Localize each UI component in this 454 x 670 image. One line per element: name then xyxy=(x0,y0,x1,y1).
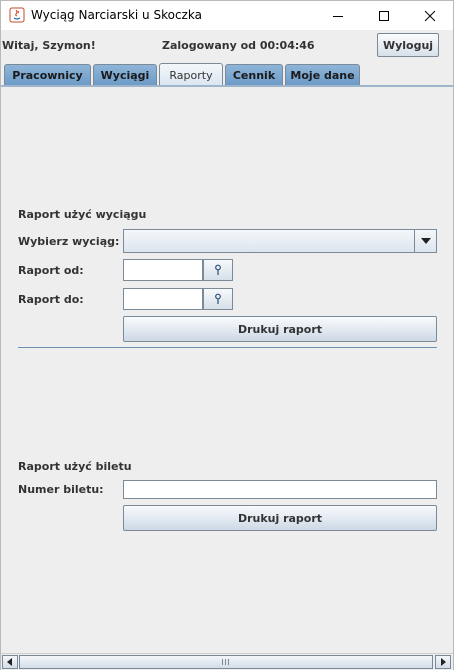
title-bar[interactable]: Wyciąg Narciarski u Skoczka xyxy=(1,1,453,30)
report-to-date-field[interactable] xyxy=(123,288,203,310)
date-picker-icon xyxy=(215,293,221,304)
maximize-icon xyxy=(379,10,389,21)
ticket-number-label: Numer biletu: xyxy=(18,483,104,496)
lift-select-dropdown-button[interactable] xyxy=(414,230,436,252)
session-header: Witaj, Szymon! Zalogowany od 00:04:46 Wy… xyxy=(1,30,453,62)
session-timer: Zalogowany od 00:04:46 xyxy=(162,39,315,52)
chevron-right-icon xyxy=(441,658,446,666)
lift-select[interactable] xyxy=(123,229,437,253)
scrollbar-thumb[interactable] xyxy=(19,655,433,669)
minimize-button[interactable] xyxy=(315,1,361,30)
tab-wyciagi[interactable]: Wyciągi xyxy=(93,64,157,85)
ticket-report-title: Raport użyć biletu xyxy=(18,460,132,473)
lift-report-title: Raport użyć wyciągu xyxy=(18,208,147,221)
java-app-icon xyxy=(9,7,25,23)
welcome-text: Witaj, Szymon! xyxy=(2,39,96,52)
reports-panel xyxy=(2,87,452,653)
scroll-right-button[interactable] xyxy=(435,655,451,669)
logout-button[interactable]: Wyloguj xyxy=(377,33,439,57)
tab-raporty[interactable]: Raporty xyxy=(159,63,223,86)
maximize-button[interactable] xyxy=(361,1,407,30)
date-picker-icon xyxy=(215,264,221,275)
section-separator xyxy=(18,347,437,348)
print-ticket-report-button[interactable]: Drukuj raport xyxy=(123,505,437,531)
report-to-date-picker-button[interactable] xyxy=(203,288,233,310)
scroll-left-button[interactable] xyxy=(2,655,18,669)
minimize-icon xyxy=(333,15,343,17)
report-from-date-field[interactable] xyxy=(123,259,203,281)
ticket-number-field[interactable] xyxy=(123,480,437,499)
tab-pracownicy[interactable]: Pracownicy xyxy=(4,64,91,85)
report-from-label: Raport od: xyxy=(18,264,84,277)
report-to-label: Raport do: xyxy=(18,293,84,306)
print-lift-report-button[interactable]: Drukuj raport xyxy=(123,316,437,342)
horizontal-scrollbar[interactable] xyxy=(1,653,453,670)
chevron-down-icon xyxy=(420,238,431,244)
window-title: Wyciąg Narciarski u Skoczka xyxy=(31,8,202,22)
grip-icon xyxy=(222,659,230,665)
lift-select-label: Wybierz wyciąg: xyxy=(18,235,120,248)
close-icon xyxy=(424,10,436,21)
tab-moje-dane[interactable]: Moje dane xyxy=(285,64,360,85)
app-window: Wyciąg Narciarski u Skoczka Witaj, Szymo… xyxy=(0,0,454,670)
chevron-left-icon xyxy=(7,658,12,666)
tab-cennik[interactable]: Cennik xyxy=(225,64,283,85)
tab-bar: Pracownicy Wyciągi Raporty Cennik Moje d… xyxy=(4,63,450,86)
report-from-date-picker-button[interactable] xyxy=(203,259,233,281)
close-button[interactable] xyxy=(407,1,453,30)
